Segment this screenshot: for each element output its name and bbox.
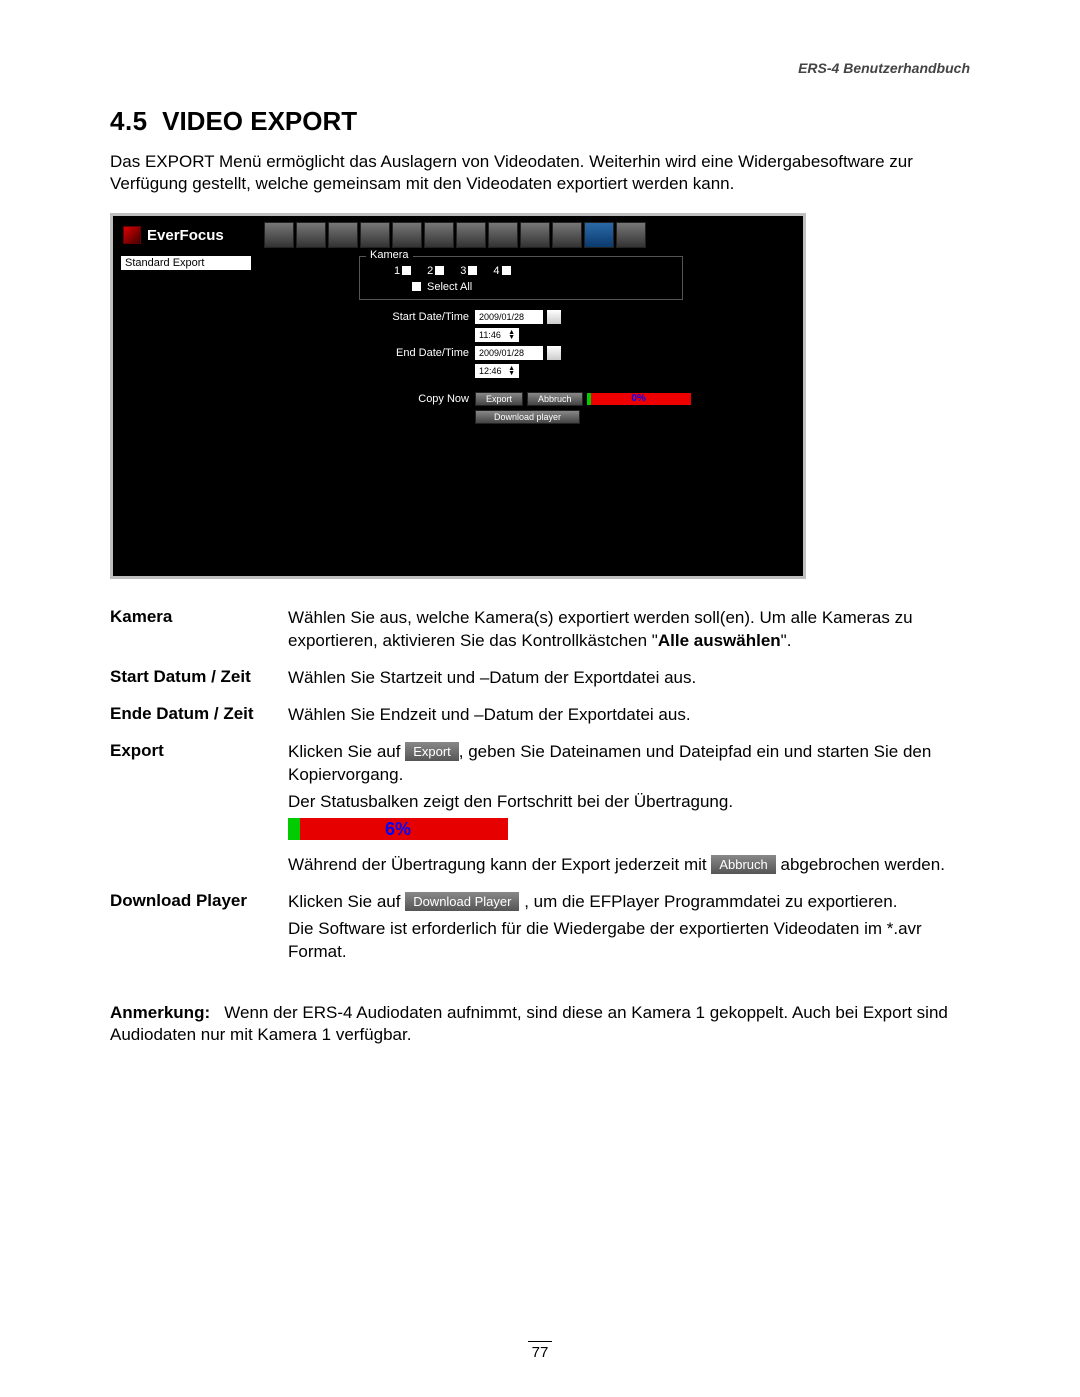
section-number: 4.5 (110, 106, 148, 136)
def-kamera: Kamera Wählen Sie aus, welche Kamera(s) … (110, 607, 970, 657)
progress-pct-large: 6% (288, 818, 508, 840)
tool-icon[interactable] (296, 222, 326, 248)
kamera-fieldset: Kamera 1 2 3 4 Select All (359, 256, 683, 300)
camera-row: 1 2 3 4 (366, 261, 676, 279)
calendar-icon[interactable] (547, 310, 561, 324)
def-label-download: Download Player (110, 891, 288, 968)
start-date-row: Start Date/Time 2009/01/28 (259, 308, 763, 326)
end-time-row: 12:46▲▼ (259, 362, 763, 380)
tool-icon[interactable] (424, 222, 454, 248)
inline-download-button: Download Player (405, 892, 519, 912)
inline-export-button: Export (405, 742, 459, 762)
screenshot-sidebar: Standard Export (113, 250, 259, 426)
cam-2-checkbox[interactable]: 2 (427, 265, 444, 277)
tool-icon[interactable] (616, 222, 646, 248)
section-heading: 4.5 VIDEO EXPORT (110, 106, 970, 137)
end-time-input[interactable]: 12:46▲▼ (475, 364, 519, 378)
def-end: Ende Datum / Zeit Wählen Sie Endzeit und… (110, 704, 970, 731)
screenshot-main: Kamera 1 2 3 4 Select All Start Date/Tim… (259, 250, 803, 426)
screenshot-toolbar: EverFocus (113, 216, 803, 250)
remark-paragraph: Anmerkung: Wenn der ERS-4 Audiodaten auf… (110, 1002, 970, 1048)
cam-3-checkbox[interactable]: 3 (460, 265, 477, 277)
start-time-input[interactable]: 11:46▲▼ (475, 328, 519, 342)
copy-now-row: Copy Now Export Abbruch 0% (259, 390, 763, 408)
page-number: 77 (0, 1341, 1080, 1361)
tool-icon[interactable] (328, 222, 358, 248)
brand-logo: EverFocus (123, 226, 224, 244)
tool-icon[interactable] (392, 222, 422, 248)
def-label-end: Ende Datum / Zeit (110, 704, 288, 731)
cam-1-checkbox[interactable]: 1 (394, 265, 411, 277)
inline-cancel-button: Abbruch (711, 855, 775, 875)
tool-icon[interactable] (520, 222, 550, 248)
download-row: Download player (259, 408, 763, 426)
progress-bar-large: 6% (288, 818, 508, 840)
end-date-input[interactable]: 2009/01/28 (475, 346, 543, 360)
def-body-download: Klicken Sie auf Download Player , um die… (288, 891, 970, 968)
start-date-label: Start Date/Time (259, 311, 475, 323)
start-time-row: 11:46▲▼ (259, 326, 763, 344)
running-header: ERS-4 Benutzerhandbuch (110, 60, 970, 76)
screenshot-body: Standard Export Kamera 1 2 3 4 Select Al… (113, 250, 803, 426)
brand-text: EverFocus (147, 227, 224, 244)
tool-icon[interactable] (264, 222, 294, 248)
select-all-label: Select All (427, 281, 472, 293)
def-body-start: Wählen Sie Startzeit und –Datum der Expo… (288, 667, 970, 694)
brand-icon (123, 226, 141, 244)
export-screenshot: EverFocus Standard Export (110, 213, 806, 579)
cancel-button[interactable]: Abbruch (527, 392, 583, 406)
tool-icon[interactable] (360, 222, 390, 248)
tool-icon[interactable] (552, 222, 582, 248)
copy-now-label: Copy Now (259, 393, 475, 405)
tool-icon-export[interactable] (584, 222, 614, 248)
calendar-icon[interactable] (547, 346, 561, 360)
definitions-table: Kamera Wählen Sie aus, welche Kamera(s) … (110, 607, 970, 967)
tool-icon[interactable] (488, 222, 518, 248)
def-label-start: Start Datum / Zeit (110, 667, 288, 694)
tool-icon[interactable] (456, 222, 486, 248)
def-export: Export Klicken Sie auf Export, geben Sie… (110, 741, 970, 881)
def-body-export: Klicken Sie auf Export, geben Sie Datein… (288, 741, 970, 881)
section-title: VIDEO EXPORT (162, 106, 357, 136)
progress-pct: 0% (587, 393, 691, 405)
kamera-legend: Kamera (366, 249, 413, 261)
manual-page: ERS-4 Benutzerhandbuch 4.5 VIDEO EXPORT … (0, 0, 1080, 1397)
end-date-label: End Date/Time (259, 347, 475, 359)
start-date-input[interactable]: 2009/01/28 (475, 310, 543, 324)
def-body-kamera: Wählen Sie aus, welche Kamera(s) exporti… (288, 607, 970, 657)
select-all-row[interactable]: Select All (366, 279, 676, 295)
def-start: Start Datum / Zeit Wählen Sie Startzeit … (110, 667, 970, 694)
remark-text: Wenn der ERS-4 Audiodaten aufnimmt, sind… (110, 1003, 948, 1045)
def-label-kamera: Kamera (110, 607, 288, 657)
intro-paragraph: Das EXPORT Menü ermöglicht das Auslagern… (110, 151, 970, 195)
sidebar-item-standard-export[interactable]: Standard Export (121, 256, 251, 270)
progress-bar: 0% (587, 393, 691, 405)
export-button[interactable]: Export (475, 392, 523, 406)
remark-label: Anmerkung: (110, 1003, 210, 1022)
download-player-button[interactable]: Download player (475, 410, 580, 424)
cam-4-checkbox[interactable]: 4 (493, 265, 510, 277)
end-date-row: End Date/Time 2009/01/28 (259, 344, 763, 362)
def-download: Download Player Klicken Sie auf Download… (110, 891, 970, 968)
toolbar-icons (264, 222, 646, 248)
def-body-end: Wählen Sie Endzeit und –Datum der Export… (288, 704, 970, 731)
def-label-export: Export (110, 741, 288, 881)
